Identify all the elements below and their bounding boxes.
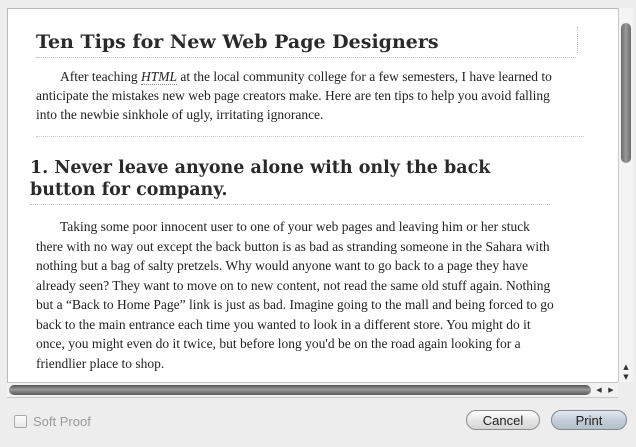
horizontal-scrollbar[interactable]: ◀ ▶ <box>7 382 618 398</box>
intro-paragraph: After teaching HTML at the local communi… <box>36 67 556 124</box>
print-preview-pane: Ten Tips for New Web Page Designers Afte… <box>7 8 620 384</box>
horizontal-scroll-thumb[interactable] <box>9 385 591 395</box>
vertical-scroll-thumb[interactable] <box>621 23 631 163</box>
scroll-right-arrow-icon[interactable]: ▶ <box>606 384 616 396</box>
document-title: Ten Tips for New Web Page Designers <box>36 27 578 58</box>
document-title-text: Ten Tips for New Web Page Designers <box>36 31 439 53</box>
intro-html-term: HTML <box>140 69 177 85</box>
scroll-up-arrow-icon[interactable]: ▲ <box>620 362 632 372</box>
cancel-button[interactable]: Cancel <box>466 410 540 430</box>
vertical-scrollbar[interactable]: ▲ ▼ <box>618 8 633 382</box>
tip1-heading: 1. Never leave anyone alone with only th… <box>30 157 550 205</box>
print-dialog: Ten Tips for New Web Page Designers Afte… <box>0 0 636 447</box>
title-margin-guide <box>577 27 578 53</box>
soft-proof-option[interactable]: Soft Proof <box>14 414 91 429</box>
scroll-left-arrow-icon[interactable]: ◀ <box>594 384 604 396</box>
scrollbar-corner <box>618 382 632 398</box>
tip1-body: Taking some poor innocent user to one of… <box>36 219 554 371</box>
print-button[interactable]: Print <box>551 410 627 430</box>
document-page: Ten Tips for New Web Page Designers Afte… <box>30 27 584 373</box>
section-divider <box>36 136 584 137</box>
horizontal-scroll-arrows: ◀ ▶ <box>594 384 616 396</box>
soft-proof-checkbox[interactable] <box>14 415 27 428</box>
soft-proof-label: Soft Proof <box>33 414 91 429</box>
vertical-scroll-arrows: ▲ ▼ <box>620 362 632 382</box>
scroll-down-arrow-icon[interactable]: ▼ <box>620 372 632 382</box>
dialog-button-bar: Soft Proof Cancel Print <box>0 402 636 447</box>
intro-text-start: After teaching <box>60 69 141 84</box>
